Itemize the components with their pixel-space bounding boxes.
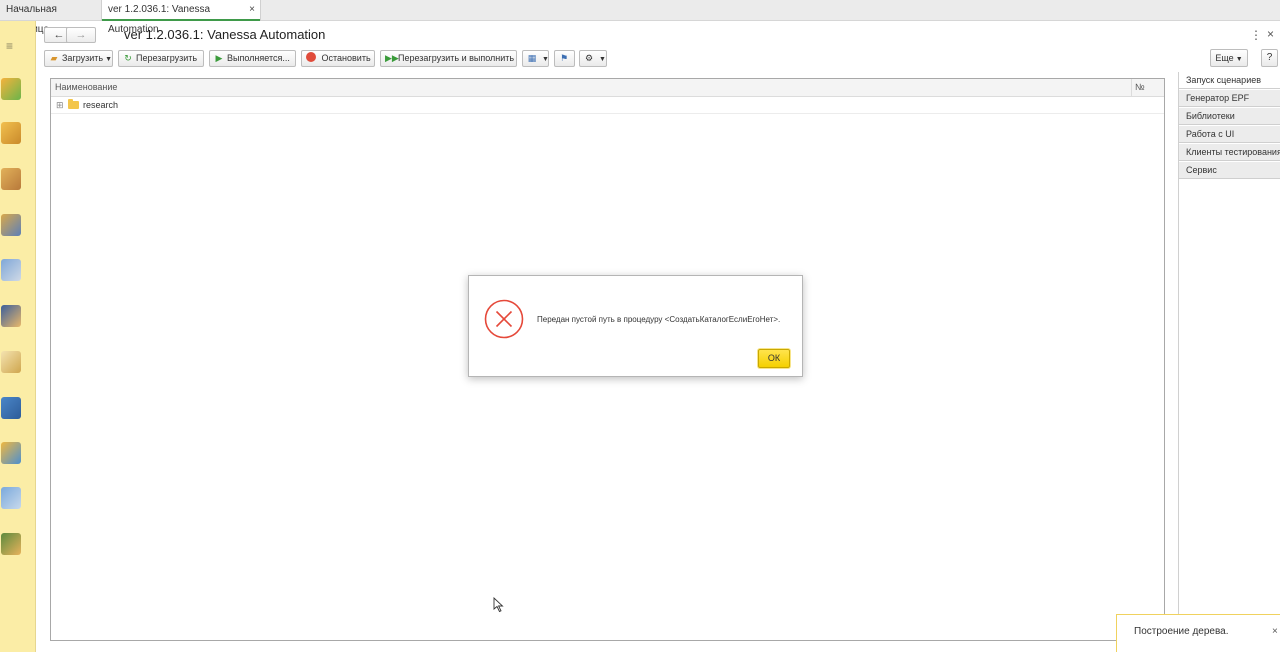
stop-label: Остановить xyxy=(321,53,371,63)
table-row[interactable]: ⊞ research xyxy=(51,98,1164,114)
load-button[interactable]: ▰ Загрузить ▼ xyxy=(44,50,113,67)
folder-icon xyxy=(68,99,79,109)
reload-button[interactable]: ↻ Перезагрузить xyxy=(118,50,204,67)
table-header: Наименование № xyxy=(51,79,1164,97)
load-label: Загрузить xyxy=(62,53,104,63)
reload-run-label: Перезагрузить и выполнить xyxy=(398,53,515,63)
side-tab-service[interactable]: Сервис xyxy=(1179,162,1280,179)
side-tab-ui-work[interactable]: Работа с UI xyxy=(1179,126,1280,143)
tab-strip: Начальная страница ver 1.2.036.1: Vaness… xyxy=(0,0,1280,35)
section-reports-icon[interactable] xyxy=(1,259,21,281)
tab-home[interactable]: Начальная страница xyxy=(0,0,98,35)
forward-button[interactable]: → xyxy=(66,27,96,43)
gear-icon: ⚙ xyxy=(584,53,594,63)
notification-text: Построение дерева. xyxy=(1134,626,1229,637)
side-tab-libraries[interactable]: Библиотеки xyxy=(1179,108,1280,125)
side-tab-epf-generator[interactable]: Генератор EPF xyxy=(1179,90,1280,107)
section-computer-icon[interactable] xyxy=(1,397,21,419)
notification-toast: Построение дерева. × xyxy=(1116,614,1280,652)
play-icon: ▶ xyxy=(215,53,223,63)
close-icon[interactable]: × xyxy=(1272,626,1278,637)
running-button[interactable]: ▶ Выполняется... xyxy=(209,50,296,67)
sections-sidebar: ≡ xyxy=(0,21,36,652)
more-button[interactable]: Еще ▼ xyxy=(1210,49,1248,67)
section-admin-icon[interactable] xyxy=(1,487,21,509)
expand-icon[interactable]: ⊞ xyxy=(56,100,64,111)
filter-button[interactable]: ⚑ xyxy=(554,50,575,67)
reload-run-button[interactable]: ▶▶Перезагрузить и выполнить xyxy=(380,50,517,67)
load-icon: ▰ xyxy=(50,53,58,63)
more-actions-icon[interactable]: ⋮ xyxy=(1250,28,1262,42)
mouse-cursor-icon xyxy=(493,597,504,613)
error-dialog: Передан пустой путь в процедуру <Создать… xyxy=(468,275,803,377)
side-tab-run-scenarios[interactable]: Запуск сценариев xyxy=(1179,72,1280,89)
more-label: Еще xyxy=(1215,53,1234,63)
stop-icon xyxy=(306,52,316,62)
grid-icon: ▦ xyxy=(527,53,537,63)
section-analytics-icon[interactable] xyxy=(1,442,21,464)
error-icon xyxy=(484,299,524,339)
column-divider xyxy=(1131,79,1132,97)
chevron-down-icon: ▼ xyxy=(105,56,113,63)
section-tools-icon[interactable] xyxy=(1,214,21,236)
error-message: Передан пустой путь в процедуру <Создать… xyxy=(537,315,781,324)
column-number-header[interactable]: № xyxy=(1135,82,1145,92)
filter-icon: ⚑ xyxy=(559,53,569,63)
close-form-icon[interactable]: × xyxy=(1267,27,1274,41)
settings-button[interactable]: ⚙ ▼ xyxy=(579,50,607,67)
chevron-down-icon: ▼ xyxy=(542,56,549,63)
row-label: research xyxy=(83,100,119,110)
side-tabs-panel: Запуск сценариев Генератор EPF Библиотек… xyxy=(1178,72,1280,652)
chevron-down-icon: ▼ xyxy=(1235,56,1243,63)
chevron-down-icon: ▼ xyxy=(599,56,606,63)
stop-button[interactable]: Остановить xyxy=(301,50,375,67)
help-button[interactable]: ? xyxy=(1261,49,1278,67)
tab-vanessa[interactable]: ver 1.2.036.1: Vanessa Automation × xyxy=(101,0,261,35)
section-main-icon[interactable] xyxy=(1,78,21,100)
menu-icon[interactable]: ≡ xyxy=(6,39,13,53)
page-title: ver 1.2.036.1: Vanessa Automation xyxy=(124,27,326,42)
section-warehouse-icon[interactable] xyxy=(1,168,21,190)
tab-close-icon[interactable]: × xyxy=(249,0,255,20)
side-tab-test-clients[interactable]: Клиенты тестирования xyxy=(1179,144,1280,161)
running-label: Выполняется... xyxy=(227,53,290,63)
section-users-icon[interactable] xyxy=(1,533,21,555)
ok-button[interactable]: ОК xyxy=(758,349,790,368)
refresh-icon: ↻ xyxy=(124,53,132,63)
column-name-header[interactable]: Наименование xyxy=(55,82,117,92)
view-mode-button[interactable]: ▦ ▼ xyxy=(522,50,549,67)
fast-forward-icon: ▶▶ xyxy=(385,53,399,63)
section-products-icon[interactable] xyxy=(1,122,21,144)
section-documents-icon[interactable] xyxy=(1,351,21,373)
section-staff-icon[interactable] xyxy=(1,305,21,327)
reload-label: Перезагрузить xyxy=(136,53,198,63)
